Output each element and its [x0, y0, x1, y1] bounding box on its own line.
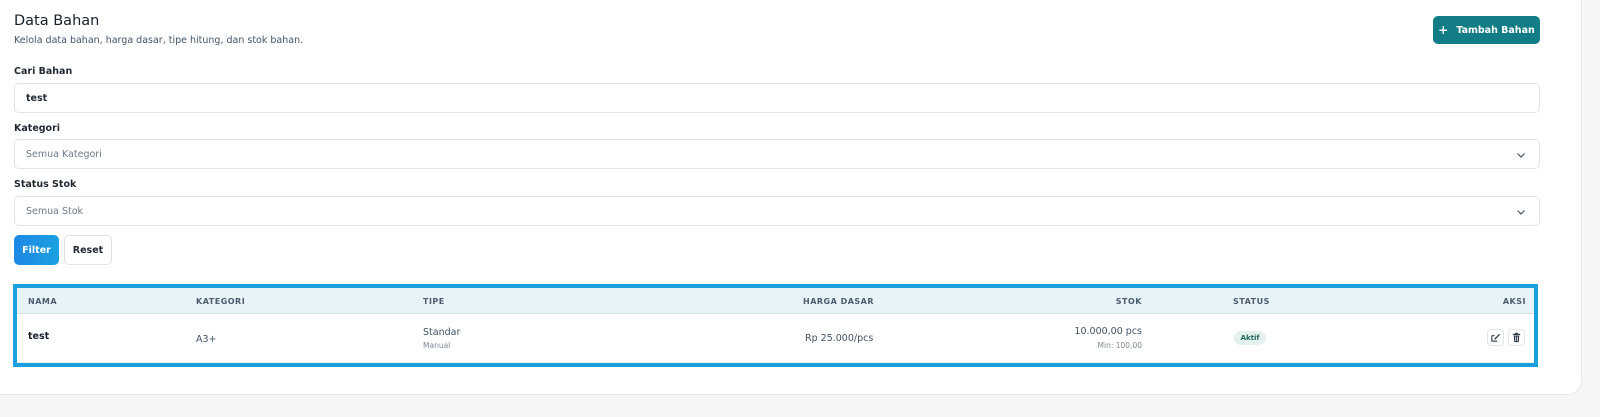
stock-status-select-value: Semua Stok: [26, 205, 84, 217]
status-badge: Aktif: [1234, 331, 1266, 345]
materials-table: NAMA KATEGORI TIPE HARGA DASAR STOK STAT…: [13, 284, 1538, 367]
cell-harga-dasar: Rp 25.000/pcs: [805, 333, 874, 344]
column-header-stok: STOK: [1115, 297, 1142, 306]
table-row: test A3+ Standar Manual Rp 25.000/pcs 10…: [17, 314, 1534, 363]
category-select-value: Semua Kategori: [26, 148, 102, 160]
trash-icon: [1512, 332, 1521, 343]
edit-icon: [1491, 333, 1501, 342]
cell-stok-min: Min: 100,00: [1097, 341, 1142, 350]
add-material-button-label: Tambah Bahan: [1456, 24, 1535, 36]
table-header: NAMA KATEGORI TIPE HARGA DASAR STOK STAT…: [17, 288, 1534, 314]
category-label: Kategori: [14, 123, 61, 134]
search-input[interactable]: test: [14, 83, 1540, 113]
column-header-nama: NAMA: [28, 297, 58, 306]
cell-tipe-sub: Manual: [423, 341, 451, 350]
page-subtitle: Kelola data bahan, harga dasar, tipe hit…: [14, 35, 304, 46]
category-select[interactable]: Semua Kategori: [14, 139, 1540, 169]
edit-button[interactable]: [1487, 329, 1504, 346]
column-header-harga-dasar: HARGA DASAR: [803, 297, 875, 306]
add-material-button[interactable]: + Tambah Bahan: [1433, 16, 1540, 44]
column-header-status: STATUS: [1233, 297, 1270, 306]
data-bahan-card: Data Bahan Kelola data bahan, harga dasa…: [0, 0, 1582, 395]
stock-status-label: Status Stok: [14, 179, 77, 190]
filter-button[interactable]: Filter: [14, 235, 59, 265]
delete-button[interactable]: [1508, 329, 1525, 346]
chevron-down-icon: [1517, 210, 1525, 215]
cell-tipe: Standar: [423, 327, 461, 338]
cell-nama: test: [28, 331, 50, 342]
search-label: Cari Bahan: [14, 66, 73, 77]
column-header-aksi: AKSI: [1502, 297, 1526, 306]
column-header-tipe: TIPE: [423, 297, 445, 306]
chevron-down-icon: [1517, 153, 1525, 158]
plus-icon: +: [1438, 23, 1449, 37]
reset-button[interactable]: Reset: [64, 235, 112, 265]
cell-kategori: A3+: [196, 334, 217, 345]
column-header-kategori: KATEGORI: [196, 297, 246, 306]
search-input-value: test: [26, 92, 48, 104]
stock-status-select[interactable]: Semua Stok: [14, 196, 1540, 226]
page-title: Data Bahan: [14, 13, 100, 29]
cell-stok: 10.000,00 pcs: [1074, 326, 1142, 337]
